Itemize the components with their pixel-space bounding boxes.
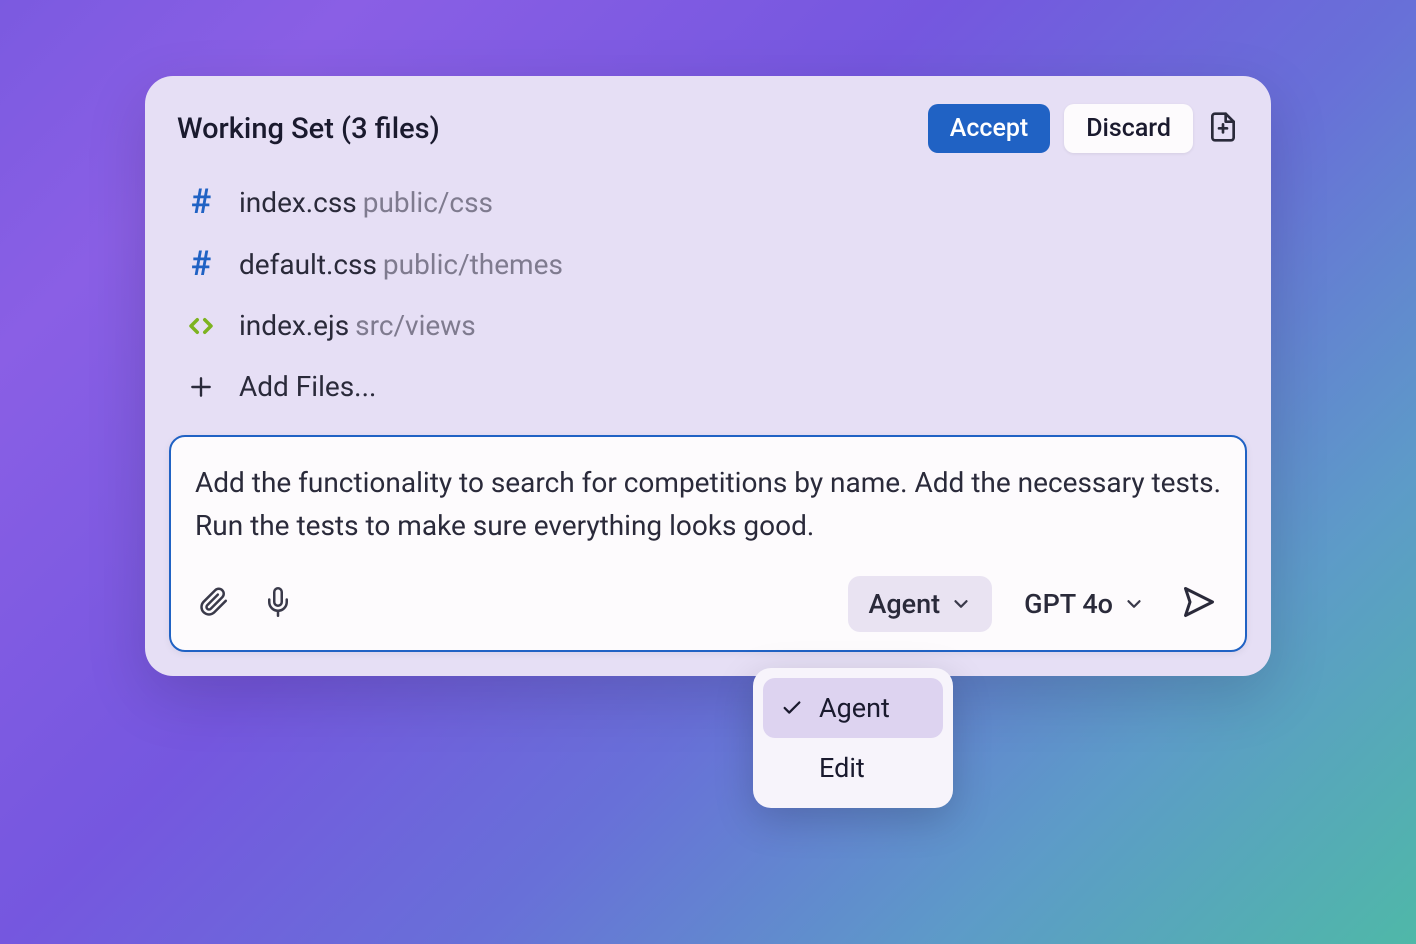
- check-icon: [781, 697, 805, 719]
- file-path: src/views: [355, 309, 476, 342]
- prompt-input-card: Add the functionality to search for comp…: [169, 435, 1247, 652]
- voice-button[interactable]: [259, 583, 297, 624]
- plus-icon: [185, 374, 217, 400]
- diff-view-button[interactable]: [1207, 111, 1239, 146]
- prompt-textarea[interactable]: Add the functionality to search for comp…: [195, 461, 1221, 548]
- mode-selector[interactable]: Agent: [848, 576, 992, 632]
- mode-option-edit[interactable]: Edit: [763, 738, 943, 798]
- diff-file-icon: [1207, 111, 1239, 146]
- file-row[interactable]: # index.css public/css: [177, 171, 1239, 233]
- file-name: default.css: [239, 248, 377, 281]
- toolbar-left: [195, 583, 297, 624]
- microphone-icon: [263, 587, 293, 620]
- working-set-panel: Working Set (3 files) Accept Discard: [145, 76, 1271, 676]
- header-actions: Accept Discard: [928, 104, 1239, 153]
- model-selector-label: GPT 4o: [1024, 588, 1113, 620]
- toolbar-right: Agent GPT 4o: [848, 576, 1221, 632]
- file-name: index.ejs: [239, 309, 349, 342]
- accept-button[interactable]: Accept: [928, 104, 1050, 153]
- file-path: public/themes: [383, 248, 563, 281]
- panel-title: Working Set (3 files): [177, 112, 440, 146]
- file-name: index.css: [239, 186, 357, 219]
- panel-header: Working Set (3 files) Accept Discard: [169, 104, 1247, 171]
- mode-option-agent[interactable]: Agent: [763, 678, 943, 738]
- template-file-icon: [185, 311, 217, 341]
- file-row[interactable]: index.ejs src/views: [177, 295, 1239, 356]
- discard-button[interactable]: Discard: [1064, 104, 1193, 153]
- add-files-label: Add Files...: [239, 370, 376, 403]
- mode-option-label: Edit: [819, 752, 865, 784]
- mode-option-label: Agent: [819, 692, 890, 724]
- mode-dropdown-menu: Agent Edit: [753, 668, 953, 808]
- input-toolbar: Agent GPT 4o: [195, 576, 1221, 632]
- css-file-icon: #: [185, 185, 217, 219]
- model-selector[interactable]: GPT 4o: [1016, 576, 1153, 632]
- attach-button[interactable]: [195, 583, 233, 624]
- send-icon: [1181, 584, 1217, 623]
- file-path: public/css: [363, 186, 493, 219]
- mode-selector-label: Agent: [868, 588, 940, 620]
- send-button[interactable]: [1177, 580, 1221, 627]
- chevron-down-icon: [1123, 593, 1145, 615]
- file-list: # index.css public/css # default.css pub…: [169, 171, 1247, 417]
- add-files-button[interactable]: Add Files...: [177, 356, 1239, 417]
- file-row[interactable]: # default.css public/themes: [177, 233, 1239, 295]
- css-file-icon: #: [185, 247, 217, 281]
- chevron-down-icon: [950, 593, 972, 615]
- paperclip-icon: [199, 587, 229, 620]
